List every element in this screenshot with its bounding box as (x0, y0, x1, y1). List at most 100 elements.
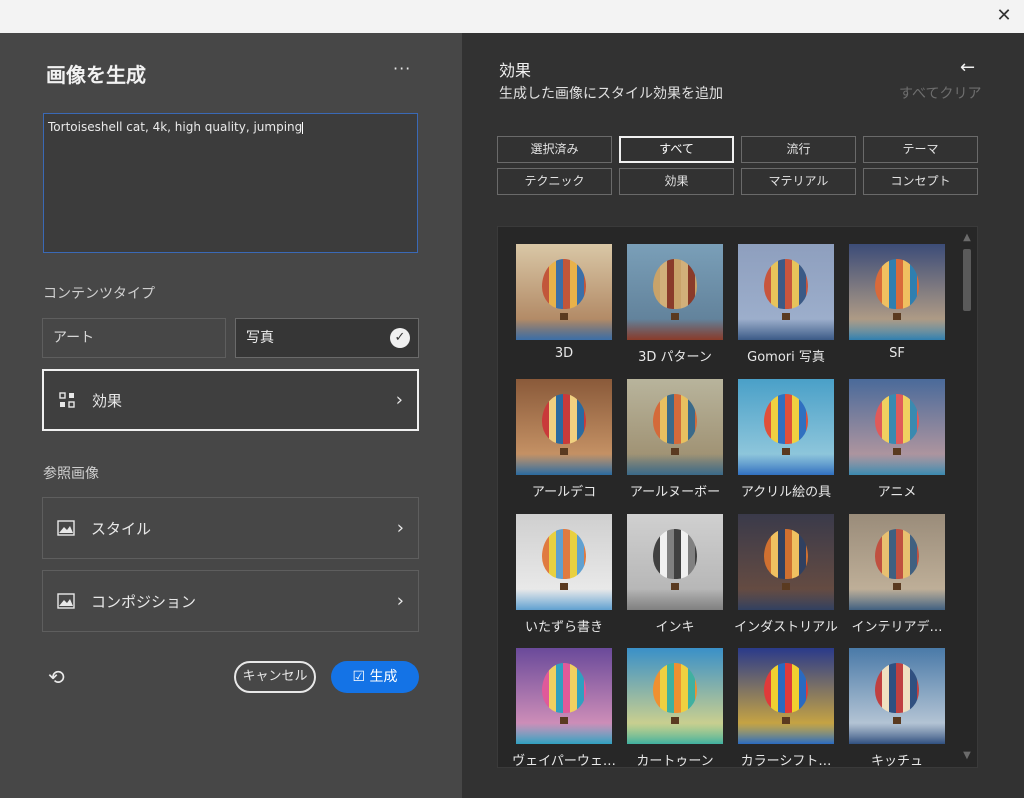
effects-title: 効果 (499, 61, 532, 80)
balloon-image (653, 394, 697, 445)
balloon-basket (560, 448, 568, 456)
generate-button[interactable]: ☑ 生成 (331, 661, 419, 693)
filter-button[interactable]: テクニック (497, 168, 612, 195)
effect-tile[interactable]: カートゥーン (627, 648, 723, 767)
effect-tile[interactable]: アールヌーボー (627, 379, 723, 500)
thumbnail-ground (627, 722, 723, 744)
prompt-input[interactable]: Tortoiseshell cat, 4k, high quality, jum… (43, 113, 418, 253)
prompt-text: Tortoiseshell cat, 4k, high quality, jum… (48, 120, 303, 134)
balloon-basket (560, 313, 568, 321)
effect-tile[interactable]: カラーシフト… (738, 648, 834, 767)
balloon-image (542, 394, 586, 445)
effect-label: 3D (554, 346, 574, 361)
content-type-photo-button[interactable]: 写真 ✓ (235, 318, 419, 358)
effects-button-label: 効果 (92, 391, 123, 410)
thumbnail-ground (849, 453, 945, 475)
effect-label: いたずら書き (524, 620, 603, 635)
effect-label: カートゥーン (636, 754, 714, 768)
balloon-basket (671, 448, 679, 456)
thumbnail-ground (738, 318, 834, 340)
more-options-icon[interactable]: ··· (393, 59, 411, 78)
balloon-basket (671, 583, 679, 591)
back-arrow-icon[interactable]: ← (960, 57, 975, 78)
window-titlebar: ✕ (0, 0, 1024, 33)
filter-button[interactable]: コンセプト (863, 168, 978, 195)
effect-label: Gomori 写真 (747, 350, 825, 365)
cancel-button[interactable]: キャンセル (234, 661, 316, 693)
filter-button[interactable]: テーマ (863, 136, 978, 163)
balloon-image (653, 259, 697, 310)
effect-tile[interactable]: Gomori 写真 (738, 244, 834, 365)
scrollbar[interactable]: ▲ ▼ (960, 231, 974, 763)
effects-subtitle: 生成した画像にスタイル効果を追加 (499, 86, 723, 102)
effect-tile[interactable]: アールデコ (516, 379, 612, 500)
effect-thumbnail (516, 648, 612, 744)
effect-tile[interactable]: インキ (627, 514, 723, 635)
chevron-right-icon: › (396, 590, 404, 612)
effect-thumbnail (849, 648, 945, 744)
effect-thumbnail (849, 514, 945, 610)
scroll-down-icon[interactable]: ▼ (960, 749, 974, 763)
effect-thumbnail (738, 648, 834, 744)
effect-tile[interactable]: アクリル絵の具 (738, 379, 834, 500)
thumbnail-ground (738, 453, 834, 475)
balloon-image (542, 259, 586, 310)
filter-button[interactable]: マテリアル (741, 168, 856, 195)
effect-tile[interactable]: ヴェイパーウェ… (512, 648, 616, 767)
close-icon[interactable]: ✕ (994, 6, 1014, 26)
effect-label: キッチュ (870, 754, 923, 768)
balloon-image (764, 394, 808, 445)
thumbnail-ground (627, 588, 723, 610)
effect-tile[interactable]: アニメ (849, 379, 945, 500)
balloon-basket (671, 717, 679, 725)
effect-tile[interactable]: 3D (516, 244, 612, 361)
style-reference-button[interactable]: スタイル › (42, 497, 419, 559)
balloon-basket (782, 448, 790, 456)
balloon-image (764, 663, 808, 714)
chevron-right-icon: › (396, 517, 404, 539)
balloon-image (542, 663, 586, 714)
effect-tile[interactable]: キッチュ (849, 648, 945, 767)
reset-icon[interactable]: ⟲ (48, 665, 65, 689)
scroll-up-icon[interactable]: ▲ (960, 231, 974, 245)
filter-button[interactable]: すべて (619, 136, 734, 163)
filter-button[interactable]: 効果 (619, 168, 734, 195)
effects-icon (58, 391, 76, 409)
content-type-art-label: アート (53, 330, 95, 346)
effect-tile[interactable]: いたずら書き (516, 514, 612, 635)
thumbnail-ground (516, 588, 612, 610)
composition-reference-button[interactable]: コンポジション › (42, 570, 419, 632)
scroll-thumb[interactable] (963, 249, 971, 311)
effect-label: アールヌーボー (629, 485, 721, 500)
effect-label: カラーシフト… (740, 754, 832, 768)
effects-panel: 効果 生成した画像にスタイル効果を追加 ← すべてクリア 選択済み すべて 流行 テー… (462, 33, 1024, 798)
check-icon: ✓ (390, 328, 410, 348)
content-type-label: コンテンツタイプ (43, 286, 155, 302)
thumbnail-ground (627, 318, 723, 340)
effect-label: アールデコ (531, 485, 597, 500)
balloon-basket (893, 448, 901, 456)
thumbnail-ground (516, 453, 612, 475)
filter-button[interactable]: 流行 (741, 136, 856, 163)
effect-thumbnail (627, 244, 723, 340)
composition-button-label: コンポジション (91, 592, 197, 611)
effect-tile[interactable]: SF (849, 244, 945, 361)
effect-label: インテリアデ… (851, 620, 943, 635)
balloon-image (653, 529, 697, 580)
balloon-basket (560, 717, 568, 725)
effects-button[interactable]: 効果 › (42, 369, 419, 431)
thumbnail-ground (849, 318, 945, 340)
content-type-art-button[interactable]: アート (42, 318, 226, 358)
effect-tile[interactable]: インテリアデ… (849, 514, 945, 635)
filter-button[interactable]: 選択済み (497, 136, 612, 163)
balloon-basket (893, 313, 901, 321)
clear-all-button[interactable]: すべてクリア (899, 83, 981, 103)
effect-thumbnail (738, 244, 834, 340)
effect-thumbnail (516, 379, 612, 475)
chevron-right-icon: › (395, 389, 403, 411)
effect-tile[interactable]: 3D パターン (627, 244, 723, 365)
effect-label: インキ (655, 620, 695, 635)
thumbnail-ground (849, 588, 945, 610)
effect-thumbnail (627, 648, 723, 744)
effect-tile[interactable]: インダストリアル (734, 514, 838, 635)
